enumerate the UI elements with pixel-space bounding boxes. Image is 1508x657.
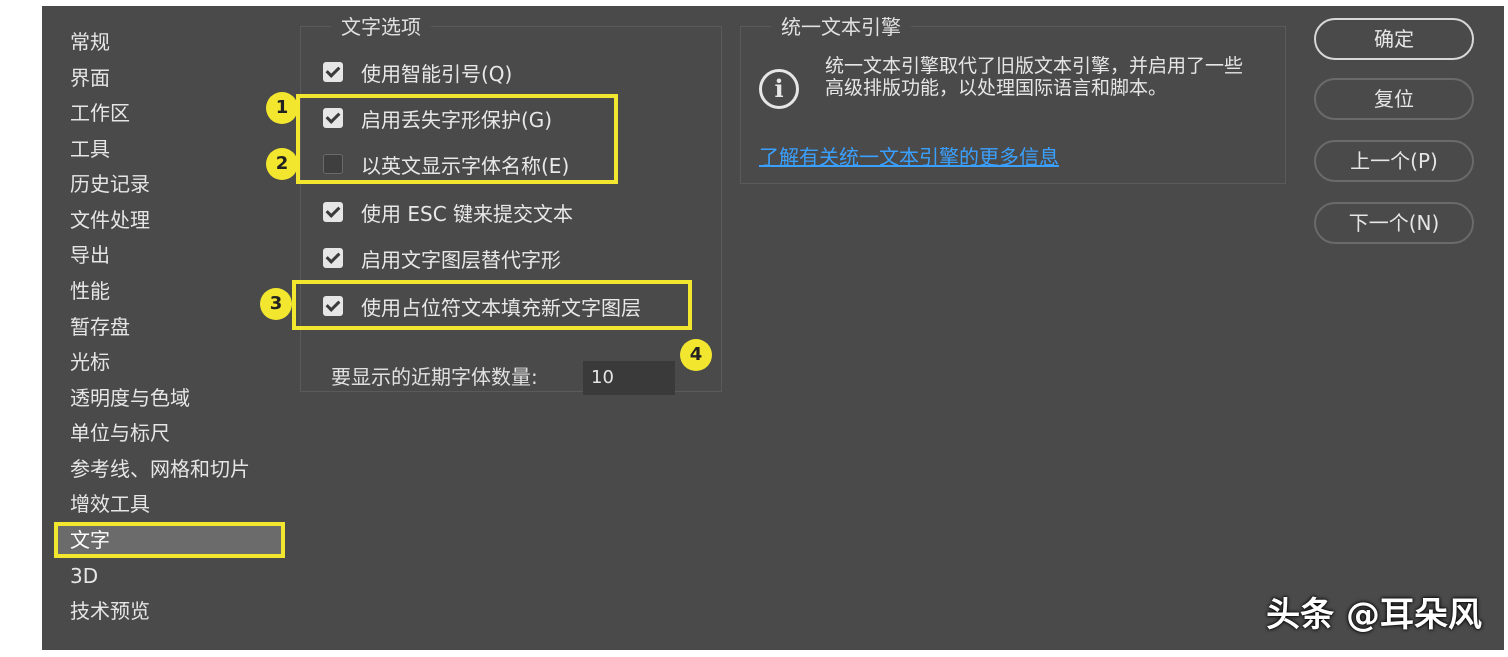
text-engine-description: 统一文本引擎取代了旧版文本引擎，并启用了一些高级排版功能，以处理国际语言和脚本。 <box>825 55 1244 99</box>
sidebar-item-3d[interactable]: 3D <box>56 560 264 592</box>
sidebar-item-tools[interactable]: 工具 <box>56 133 264 165</box>
sidebar-item-tech-preview[interactable]: 技术预览 <box>56 595 264 627</box>
sidebar-item-file-handling[interactable]: 文件处理 <box>56 204 264 236</box>
smart-quotes-label: 使用智能引号(Q) <box>361 61 513 86</box>
highlight-box-3 <box>292 280 692 330</box>
text-engine-group: 统一文本引擎 i 统一文本引擎取代了旧版文本引擎，并启用了一些高级排版功能，以处… <box>740 13 1286 184</box>
sidebar-item-type[interactable]: 文字 <box>54 522 285 558</box>
option-smart-quotes[interactable]: 使用智能引号(Q) <box>323 56 512 88</box>
sidebar-item-interface[interactable]: 界面 <box>56 62 264 94</box>
option-alternate-glyphs[interactable]: 启用文字图层替代字形 <box>323 242 561 274</box>
prev-button[interactable]: 上一个(P) <box>1314 140 1474 182</box>
reset-button[interactable]: 复位 <box>1314 78 1474 120</box>
option-esc-commit[interactable]: 使用 ESC 键来提交文本 <box>323 196 573 228</box>
sidebar-item-units-rulers[interactable]: 单位与标尺 <box>56 417 264 449</box>
smart-quotes-checkbox[interactable] <box>323 62 343 82</box>
recent-fonts-input[interactable]: 10 <box>583 361 675 395</box>
annotation-badge-1: 1 <box>266 92 298 124</box>
sidebar-item-cursors[interactable]: 光标 <box>56 346 264 378</box>
text-engine-more-info-link[interactable]: 了解有关统一文本引擎的更多信息 <box>759 141 1059 170</box>
esc-commit-label: 使用 ESC 键来提交文本 <box>361 201 574 226</box>
sidebar-item-history[interactable]: 历史记录 <box>56 168 264 200</box>
text-engine-title: 统一文本引擎 <box>771 13 911 41</box>
annotation-badge-4: 4 <box>680 339 712 371</box>
sidebar-item-workspace[interactable]: 工作区 <box>56 97 264 129</box>
sidebar-item-plugins[interactable]: 增效工具 <box>56 488 264 520</box>
annotation-badge-2: 2 <box>266 148 298 180</box>
esc-commit-checkbox[interactable] <box>323 202 343 222</box>
preferences-sidebar: 常规 界面 工作区 工具 历史记录 文件处理 导出 性能 暂存盘 光标 透明度与… <box>54 16 285 640</box>
sidebar-item-transparency[interactable]: 透明度与色域 <box>56 382 264 414</box>
sidebar-item-general[interactable]: 常规 <box>56 26 264 58</box>
alternate-glyphs-checkbox[interactable] <box>323 248 343 268</box>
highlight-box-1-2 <box>296 94 618 184</box>
sidebar-item-guides-grid[interactable]: 参考线、网格和切片 <box>56 453 264 485</box>
info-icon: i <box>759 69 799 109</box>
ok-button[interactable]: 确定 <box>1314 18 1474 60</box>
type-options-title: 文字选项 <box>331 13 431 41</box>
type-options-group: 文字选项 使用智能引号(Q) 启用丢失字形保护(G) 以英文显示字体名称(E) … <box>300 13 722 395</box>
alternate-glyphs-label: 启用文字图层替代字形 <box>361 247 561 272</box>
sidebar-item-export[interactable]: 导出 <box>56 239 264 271</box>
preferences-dialog: 常规 界面 工作区 工具 历史记录 文件处理 导出 性能 暂存盘 光标 透明度与… <box>42 6 1504 650</box>
sidebar-item-performance[interactable]: 性能 <box>56 275 264 307</box>
recent-fonts-label: 要显示的近期字体数量: <box>331 365 538 389</box>
watermark: 头条 @耳朵风 <box>1266 595 1482 635</box>
annotation-badge-3: 3 <box>260 288 292 320</box>
next-button[interactable]: 下一个(N) <box>1314 202 1474 244</box>
sidebar-item-scratch-disks[interactable]: 暂存盘 <box>56 311 264 343</box>
